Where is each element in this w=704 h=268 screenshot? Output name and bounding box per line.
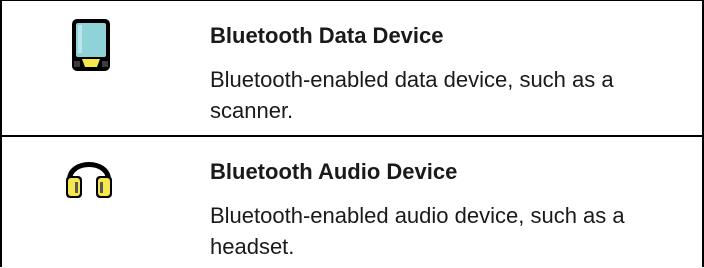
icon-cell bbox=[2, 1, 192, 135]
bluetooth-audio-device-icon-graphic bbox=[66, 162, 112, 198]
text-cell: Bluetooth Audio Device Bluetooth-enabled… bbox=[210, 137, 682, 262]
text-cell: Bluetooth Data Device Bluetooth-enabled … bbox=[210, 1, 682, 126]
icon-cell bbox=[2, 137, 192, 268]
bluetooth-data-device-icon-graphic bbox=[72, 19, 110, 71]
row-description: Bluetooth-enabled audio device, such as … bbox=[210, 203, 625, 259]
table-row: Bluetooth Audio Device Bluetooth-enabled… bbox=[2, 137, 702, 268]
row-title: Bluetooth Audio Device bbox=[210, 159, 458, 184]
bluetooth-data-device-icon bbox=[70, 17, 114, 73]
table-row: Bluetooth Data Device Bluetooth-enabled … bbox=[2, 1, 702, 137]
row-title: Bluetooth Data Device bbox=[210, 23, 444, 48]
bluetooth-audio-device-icon bbox=[64, 150, 114, 200]
row-description: Bluetooth-enabled data device, such as a… bbox=[210, 67, 614, 123]
icon-description-table: Bluetooth Data Device Bluetooth-enabled … bbox=[0, 0, 704, 267]
